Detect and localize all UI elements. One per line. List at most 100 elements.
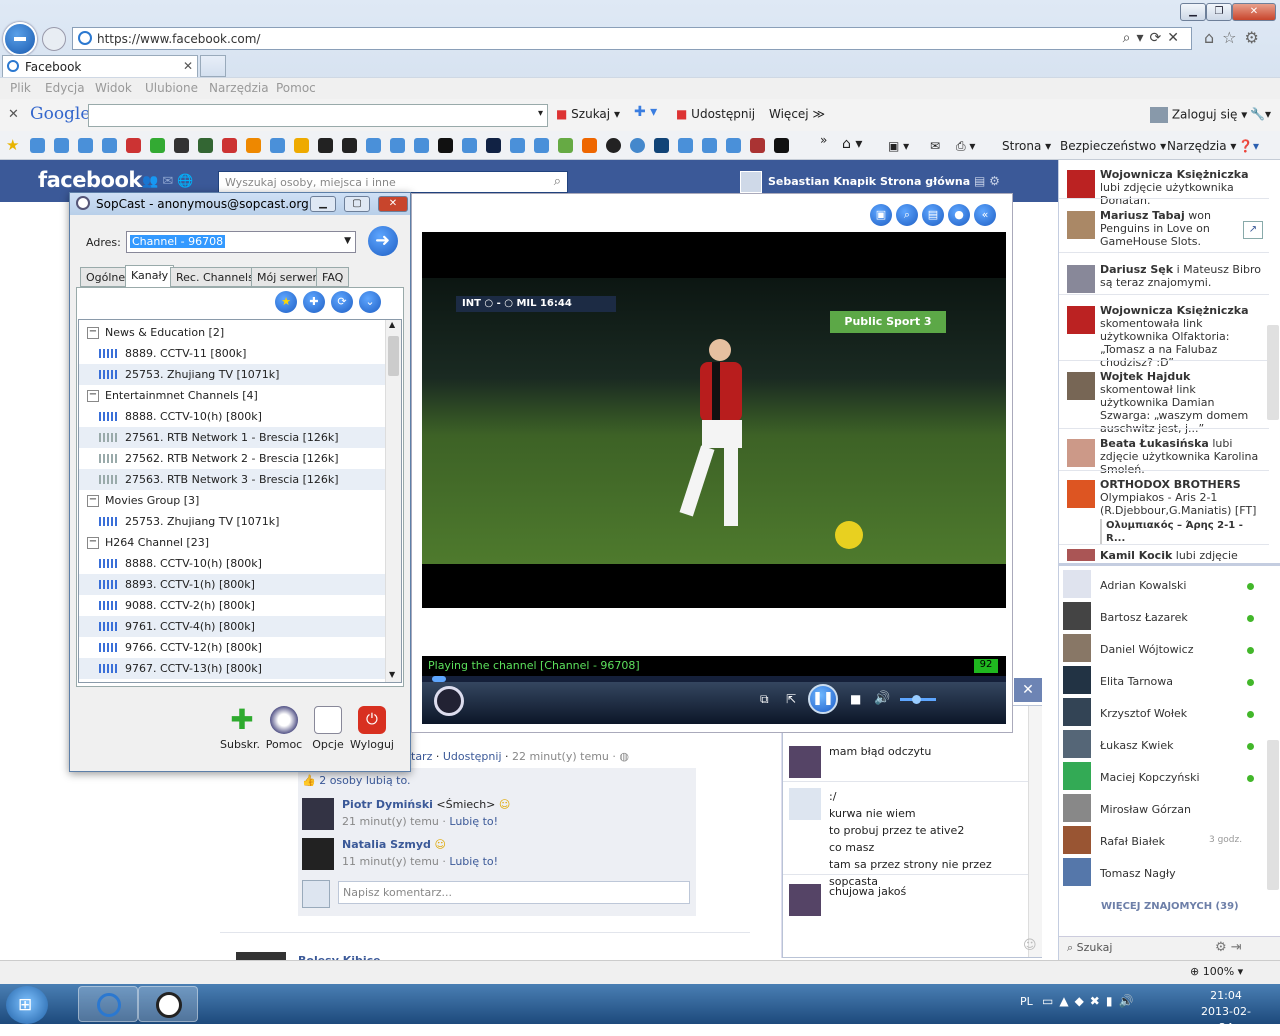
options-icon[interactable]: [314, 706, 342, 734]
help-button[interactable]: Pomoc: [264, 738, 304, 751]
friends-scrollbar[interactable]: [1267, 740, 1279, 890]
go-arrow-icon[interactable]: ➜: [368, 226, 398, 256]
address-combobox[interactable]: Channel - 96708 ▼: [126, 231, 356, 253]
forward-button[interactable]: [42, 27, 66, 51]
address-actions[interactable]: ⌕▾⟳✕: [1123, 30, 1185, 46]
friend-item[interactable]: Łukasz Kwiek: [1063, 730, 1254, 762]
favorite-star-icon[interactable]: ★: [275, 291, 297, 313]
friend-item[interactable]: Maciej Kopczyński: [1063, 762, 1254, 794]
channel-item[interactable]: 9088. CCTV-2(h) [800k]: [79, 595, 385, 616]
taskbar-sopcast[interactable]: [138, 986, 198, 1022]
fav-icon-27[interactable]: [726, 138, 741, 153]
zoom-control[interactable]: ⊕ 100% ▾: [1190, 965, 1243, 978]
taskbar-ie[interactable]: [78, 986, 138, 1022]
channel-item[interactable]: 9761. CCTV-4(h) [800k]: [79, 616, 385, 637]
tab-faq[interactable]: FAQ: [316, 267, 350, 287]
menu-file[interactable]: Plik: [10, 81, 31, 95]
channel-group[interactable]: H264 Channel [23]: [79, 532, 385, 553]
minimize-button[interactable]: ▁: [1180, 3, 1206, 21]
channel-group[interactable]: News & Education [2]: [79, 322, 385, 343]
tools-menu[interactable]: Narzędzia ▾: [1167, 139, 1236, 153]
volume-slider[interactable]: [900, 695, 936, 704]
chevron-down-icon[interactable]: ▼: [344, 236, 351, 246]
subscribe-plus-icon[interactable]: ✚: [228, 706, 256, 734]
profile-link[interactable]: Sebastian Knapik: [768, 175, 876, 188]
more-friends-link[interactable]: WIĘCEJ ZNAJOMYCH (39): [1101, 901, 1239, 912]
channel-item[interactable]: 8889. CCTV-11 [800k]: [79, 343, 385, 364]
channel-item[interactable]: 27563. RTB Network 3 - Brescia [126k]: [79, 469, 385, 490]
fit-window-icon[interactable]: ▣: [870, 204, 892, 226]
likes-text[interactable]: 2 osoby lubią to.: [319, 774, 410, 787]
zoom-icon[interactable]: ⌕: [896, 204, 918, 226]
like-comment-link[interactable]: Lubię to!: [449, 855, 498, 868]
fav-icon-24[interactable]: [654, 138, 669, 153]
channel-group[interactable]: Movies Group [3]: [79, 490, 385, 511]
channel-group[interactable]: Entertainmnet Channels [4]: [79, 385, 385, 406]
favorites-star-icon[interactable]: ★: [6, 136, 21, 154]
avatar[interactable]: [302, 798, 334, 830]
fav-icon-7[interactable]: [246, 138, 261, 153]
channel-item[interactable]: 27561. RTB Network 1 - Brescia [126k]: [79, 427, 385, 448]
fav-icon-29[interactable]: [774, 138, 789, 153]
friend-item[interactable]: Daniel Wójtowicz: [1063, 634, 1254, 666]
mail-icon[interactable]: ✉: [930, 139, 940, 153]
tab-facebook[interactable]: Facebook ✕: [2, 55, 198, 77]
friend-item[interactable]: Krzysztof Wołek: [1063, 698, 1254, 730]
channel-item[interactable]: 25753. Zhujiang TV [1071k]: [79, 364, 385, 385]
fav-icon-28[interactable]: [750, 138, 765, 153]
maximize-button[interactable]: ❐: [1206, 3, 1232, 21]
fav-icon-2[interactable]: [54, 138, 69, 153]
ticker-scrollbar[interactable]: [1267, 325, 1279, 420]
facebook-search-input[interactable]: Wyszukaj osoby, miejsca i inne ⌕: [218, 171, 568, 193]
fav-icon-19[interactable]: [534, 138, 549, 153]
video-frame[interactable]: INT ○ - ○ MIL 16:44 Public Sport 3: [422, 232, 1006, 608]
comment-author[interactable]: Piotr Dymiński: [342, 798, 433, 811]
fav-icon-22[interactable]: [606, 138, 621, 153]
fav-icon-5[interactable]: [150, 138, 165, 153]
snapshot-icon[interactable]: ⧉: [760, 692, 769, 707]
record-icon[interactable]: ▤: [922, 204, 944, 226]
menu-view[interactable]: Widok: [95, 81, 132, 95]
fav-icon-11[interactable]: [342, 138, 357, 153]
home-favorites-settings-icons[interactable]: ⌂☆⚙: [1204, 28, 1267, 47]
chat-options-icons[interactable]: ⚙ ⇥: [1215, 940, 1242, 955]
menu-tools[interactable]: Narzędzia: [209, 81, 269, 95]
page-menu[interactable]: Strona ▾: [1002, 139, 1051, 153]
fav-icon-20[interactable]: [558, 138, 573, 153]
friend-item[interactable]: Bartosz Łazarek: [1063, 602, 1254, 634]
notification-icons[interactable]: 👥 ✉ 🌐: [142, 174, 194, 189]
options-button[interactable]: Opcje: [308, 738, 348, 751]
favorites-overflow-icon[interactable]: »: [820, 133, 827, 147]
comment-input[interactable]: Napisz komentarz...: [338, 881, 690, 904]
google-share-button[interactable]: ■ Udostępnij: [676, 107, 755, 121]
tab-channels[interactable]: Kanały: [125, 265, 175, 288]
menu-edit[interactable]: Edycja: [45, 81, 85, 95]
avatar[interactable]: [302, 838, 334, 870]
tab-close-icon[interactable]: ✕: [183, 59, 193, 73]
popout-icon[interactable]: ⇱: [786, 692, 796, 706]
fav-icon-15[interactable]: [438, 138, 453, 153]
friend-item[interactable]: Adrian Kowalski: [1063, 570, 1254, 602]
rss-icon[interactable]: ▣ ▾: [888, 139, 909, 153]
comment-link-fragment[interactable]: tarz: [411, 750, 432, 763]
tab-general[interactable]: Ogólne: [80, 267, 132, 287]
fav-icon-9[interactable]: [294, 138, 309, 153]
fav-icon-26[interactable]: [702, 138, 717, 153]
gmail-icon[interactable]: [126, 138, 141, 153]
add-icon[interactable]: ✚: [303, 291, 325, 313]
pause-button[interactable]: ❚❚: [808, 684, 838, 714]
likes-count[interactable]: 👍 2 osoby lubią to.: [302, 774, 411, 787]
external-link-icon[interactable]: ↗: [1243, 221, 1263, 239]
seek-bar[interactable]: [422, 676, 1006, 682]
channel-item[interactable]: 9767. CCTV-13(h) [800k]: [79, 658, 385, 679]
clock[interactable]: 21:04 2013-02-24: [1196, 988, 1256, 1036]
expand-icon[interactable]: ⌄: [359, 291, 381, 313]
fav-icon-18[interactable]: [510, 138, 525, 153]
avatar[interactable]: [740, 171, 762, 193]
subscribe-button[interactable]: Subskr.: [220, 738, 260, 751]
fav-icon-21[interactable]: [582, 138, 597, 153]
logout-power-icon[interactable]: ⏻: [358, 706, 386, 734]
home-icon[interactable]: ⌂ ▾: [842, 136, 862, 152]
channel-item[interactable]: 25753. Zhujiang TV [1071k]: [79, 511, 385, 532]
security-menu[interactable]: Bezpieczeństwo ▾: [1060, 139, 1166, 153]
